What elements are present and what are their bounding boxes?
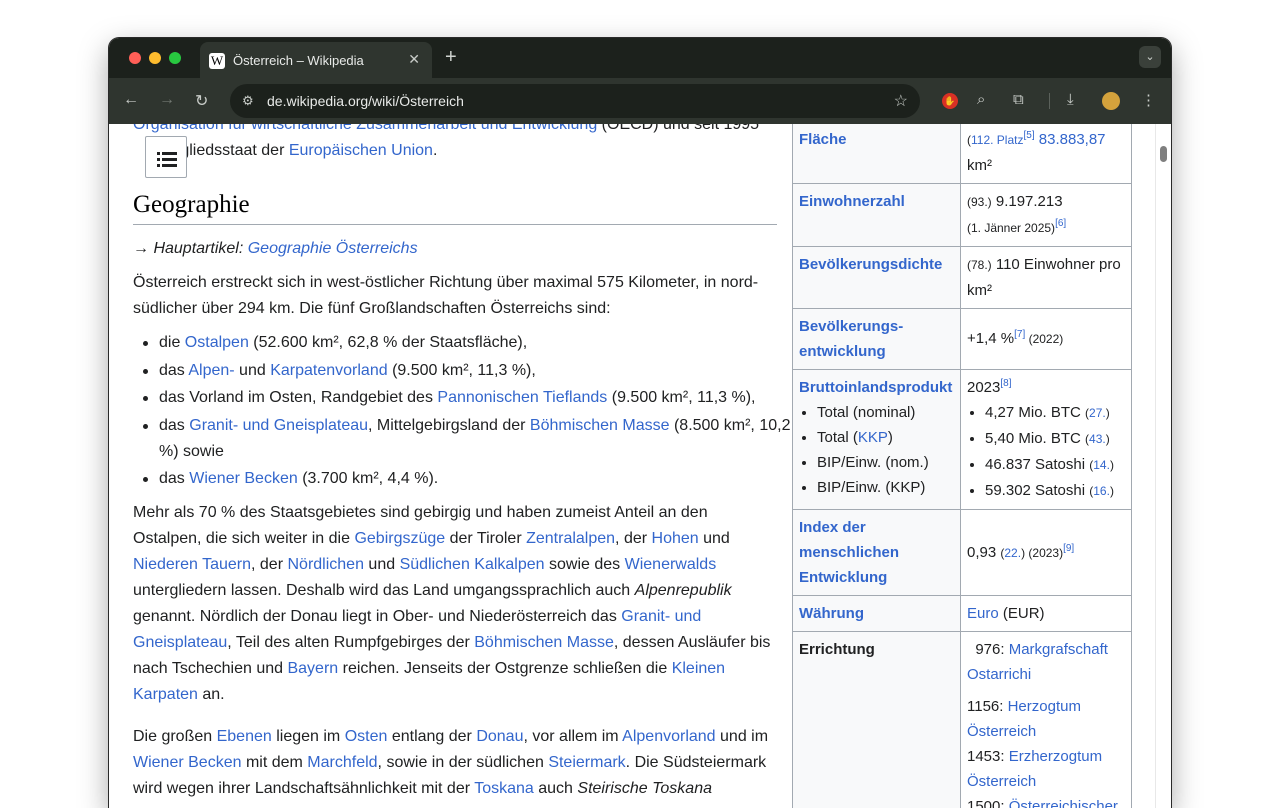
link-waehrung[interactable]: Währung: [799, 605, 864, 622]
wikipedia-favicon-icon: W: [209, 53, 225, 69]
new-tab-button[interactable]: +: [445, 46, 457, 69]
link-boehmische-masse-2[interactable]: Böhmischen Masse: [474, 634, 614, 651]
section-heading-geographie: Geographie: [133, 192, 777, 225]
landscapes-list: die Ostalpen (52.600 km², 62,8 % der Sta…: [133, 330, 799, 494]
browser-toolbar: ← → ↻ ⚙ de.wikipedia.org/wiki/Österreich…: [109, 78, 1171, 124]
link-marchfeld[interactable]: Marchfeld: [307, 754, 377, 771]
extensions-puzzle-icon[interactable]: ⧉: [1013, 91, 1024, 108]
paragraph-extent: Österreich erstreckt sich in west-östlic…: [133, 270, 773, 322]
link-ostalpen[interactable]: Ostalpen: [185, 334, 249, 351]
browser-window: W Österreich – Wikipedia ✕ + ⌄ ← → ↻ ⚙ d…: [109, 38, 1171, 808]
link-rank[interactable]: 14.: [1093, 458, 1110, 472]
link-granit-gneisplateau[interactable]: Granit- und Gneisplateau: [189, 417, 368, 434]
hatnote: → Hauptartikel: Geographie Österreichs: [133, 236, 418, 262]
tab-close-icon[interactable]: ✕: [408, 51, 420, 68]
link-suedliche-kalkalpen[interactable]: Südlichen Kalkalpen: [400, 556, 545, 573]
intro-paragraph-end: Organisation für wirtschaftliche Zusamme…: [133, 124, 773, 164]
link-bevoelkerungsentwicklung[interactable]: Bevölkerungs­entwicklung: [799, 318, 903, 360]
link-niedere-tauern[interactable]: Niederen Tauern: [133, 556, 251, 573]
tab-title: Österreich – Wikipedia: [233, 53, 364, 68]
infobox-row-entwicklung: Bevölkerungs­entwicklung +1,4 %[7] (2022…: [793, 309, 1132, 370]
infobox-row-hdi: Index der menschlichen Entwicklung 0,93 …: [793, 510, 1132, 596]
list-item: das Alpen- und Karpatenvorland (9.500 km…: [159, 358, 799, 384]
infobox-row-dichte: Bevölkerungsdichte (78.) 110 Einwohner p…: [793, 247, 1132, 309]
link-bevoelkerungsdichte[interactable]: Bevölkerungsdichte: [799, 256, 942, 273]
link-flaeche-rank[interactable]: 112. Platz: [971, 133, 1023, 147]
link-kkp[interactable]: KKP: [858, 429, 888, 446]
link-flaeche[interactable]: Fläche: [799, 131, 847, 148]
infobox-row-waehrung: Währung Euro (EUR): [793, 596, 1132, 632]
minimize-window-button[interactable]: [149, 52, 161, 64]
link-wienerwald[interactable]: Wienerwalds: [625, 556, 717, 573]
infobox-row-bip: Bruttoinlandsprodukt Total (nominal) Tot…: [793, 370, 1132, 510]
link-eu[interactable]: Europäischen Union: [289, 142, 433, 159]
link-gebirgszuege[interactable]: Gebirgszüge: [354, 530, 445, 547]
link-einwohnerzahl[interactable]: Einwohnerzahl: [799, 193, 905, 210]
link-hdi-rank[interactable]: 22.: [1004, 546, 1021, 560]
table-of-contents-button[interactable]: [145, 136, 187, 178]
link-alpen[interactable]: Alpen-: [188, 362, 234, 379]
infobox: Fläche (112. Platz[5] 83.883,87km² Einwo…: [792, 124, 1132, 808]
link-steiermark[interactable]: Steiermark: [548, 754, 625, 771]
adblock-extension-icon[interactable]: ✋: [942, 93, 958, 109]
site-info-icon[interactable]: ⚙: [242, 93, 254, 109]
link-noerdliche-kalkalpen[interactable]: Nördlichen: [287, 556, 363, 573]
link-bayern[interactable]: Bayern: [287, 660, 338, 677]
page-content: Organisation für wirtschaftliche Zusamme…: [109, 124, 1171, 808]
link-alpenvorland[interactable]: Alpenvorland: [622, 728, 715, 745]
link-karpatenvorland[interactable]: Karpatenvorland: [270, 362, 387, 379]
link-flaeche-value[interactable]: 83.883,87: [1039, 131, 1106, 148]
reload-button[interactable]: ↻: [195, 91, 208, 111]
link-oecd[interactable]: Organisation für wirtschaftliche Zusamme…: [133, 124, 597, 133]
bookmark-star-icon[interactable]: ☆: [894, 91, 908, 111]
link-zentralalpen[interactable]: Zentralalpen: [526, 530, 615, 547]
url-text[interactable]: de.wikipedia.org/wiki/Österreich: [267, 93, 464, 109]
link-wiener-becken-2[interactable]: Wiener Becken: [133, 754, 242, 771]
address-bar[interactable]: ⚙ de.wikipedia.org/wiki/Österreich ☆: [230, 84, 920, 118]
link-osten[interactable]: Osten: [345, 728, 388, 745]
list-item: das Granit- und Gneisplateau, Mittelgebi…: [159, 413, 799, 465]
link-hdi[interactable]: Index der menschlichen Entwicklung: [799, 519, 899, 586]
back-button[interactable]: ←: [123, 91, 139, 109]
ref-6[interactable]: [6]: [1055, 218, 1066, 229]
paragraph-mountains: Mehr als 70 % des Staatsgebietes sind ge…: [133, 500, 773, 708]
paragraph-plains: Die großen Ebenen liegen im Osten entlan…: [133, 724, 773, 802]
list-item: das Vorland im Osten, Randgebiet des Pan…: [159, 385, 799, 411]
profile-avatar[interactable]: [1102, 92, 1120, 110]
link-rank[interactable]: 43.: [1089, 432, 1106, 446]
tab-search-button[interactable]: ⌄: [1139, 46, 1161, 68]
link-rank[interactable]: 27.: [1089, 406, 1106, 420]
forward-button[interactable]: →: [159, 91, 175, 109]
list-item: die Ostalpen (52.600 km², 62,8 % der Sta…: [159, 330, 799, 356]
link-ebenen[interactable]: Ebenen: [217, 728, 272, 745]
menu-icon[interactable]: ⋮: [1141, 91, 1156, 109]
maximize-window-button[interactable]: [169, 52, 181, 64]
link-pannonisches-tiefland[interactable]: Pannonischen Tieflands: [437, 389, 607, 406]
download-icon[interactable]: ⤓: [1067, 91, 1074, 108]
link-wiener-becken[interactable]: Wiener Becken: [189, 470, 298, 487]
close-window-button[interactable]: [129, 52, 141, 64]
infobox-row-einwohner: Einwohnerzahl (93.) 9.197.213(1. Jänner …: [793, 184, 1132, 247]
scrollbar[interactable]: [1155, 124, 1171, 808]
search-extension-icon[interactable]: ⌕: [977, 91, 985, 108]
ref-9[interactable]: [9]: [1063, 543, 1074, 554]
link-boehmische-masse[interactable]: Böhmischen Masse: [530, 417, 670, 434]
list-item: das Wiener Becken (3.700 km², 4,4 %).: [159, 466, 799, 492]
ref-7[interactable]: [7]: [1014, 329, 1025, 340]
tab-bar: W Österreich – Wikipedia ✕ + ⌄: [109, 38, 1171, 78]
scrollbar-thumb[interactable]: [1160, 146, 1167, 162]
link-donau[interactable]: Donau: [476, 728, 523, 745]
link-euro[interactable]: Euro: [967, 605, 999, 622]
ref-5[interactable]: [5]: [1023, 130, 1034, 141]
link-rank[interactable]: 16.: [1093, 484, 1110, 498]
link-geographie-oesterreichs[interactable]: Geographie Österreichs: [248, 240, 418, 257]
infobox-row-errichtung: Errichtung 976: Markgrafschaft Ostarrich…: [793, 632, 1132, 808]
toolbar-divider: [1049, 93, 1050, 109]
link-hohe-tauern[interactable]: Hohen: [652, 530, 699, 547]
link-bruttoinlandsprodukt[interactable]: Bruttoinlandsprodukt: [799, 379, 952, 396]
link-toskana[interactable]: Toskana: [474, 780, 534, 797]
tab-active[interactable]: W Österreich – Wikipedia ✕: [200, 42, 432, 78]
ref-8[interactable]: [8]: [1000, 378, 1011, 389]
infobox-row-flaeche: Fläche (112. Platz[5] 83.883,87km²: [793, 124, 1132, 184]
